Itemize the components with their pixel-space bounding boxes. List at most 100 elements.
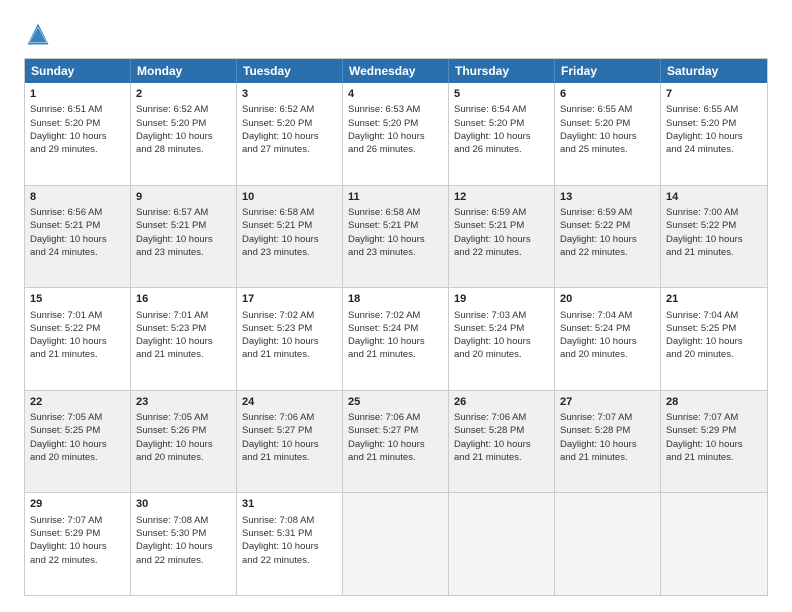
day-cell-29: 29Sunrise: 7:07 AMSunset: 5:29 PMDayligh… (25, 493, 131, 595)
sunset-line: Sunset: 5:22 PM (30, 323, 100, 334)
daylight-line1: Daylight: 10 hours (242, 439, 319, 450)
daylight-line1: Daylight: 10 hours (348, 439, 425, 450)
day-cell-17: 17Sunrise: 7:02 AMSunset: 5:23 PMDayligh… (237, 288, 343, 390)
day-number: 1 (30, 87, 125, 102)
day-cell-26: 26Sunrise: 7:06 AMSunset: 5:28 PMDayligh… (449, 391, 555, 493)
daylight-line2: and 28 minutes. (136, 144, 204, 155)
daylight-line1: Daylight: 10 hours (666, 234, 743, 245)
day-cell-10: 10 Sunrise: 6:58 AM Sunset: 5:21 PM Dayligh… (237, 186, 343, 288)
weekday-header-friday: Friday (555, 59, 661, 83)
sunset-line: Sunset: 5:21 PM (242, 220, 312, 231)
empty-cell (555, 493, 661, 595)
sunrise-line: Sunrise: 6:59 AM (560, 207, 632, 218)
sunset-line: Sunset: 5:27 PM (348, 425, 418, 436)
sunset-line: Sunset: 5:21 PM (136, 220, 206, 231)
daylight-line2: and 20 minutes. (666, 349, 734, 360)
day-number: 28 (666, 395, 762, 410)
weekday-header-wednesday: Wednesday (343, 59, 449, 83)
daylight-line1: Daylight: 10 hours (242, 541, 319, 552)
sunrise-line: Sunrise: 7:05 AM (30, 412, 102, 423)
daylight-line1: Daylight: 10 hours (136, 439, 213, 450)
sunrise-line: Sunrise: 6:58 AM (242, 207, 314, 218)
sunrise-line: Sunrise: 6:55 AM (666, 104, 738, 115)
weekday-header-sunday: Sunday (25, 59, 131, 83)
day-cell-27: 27Sunrise: 7:07 AMSunset: 5:28 PMDayligh… (555, 391, 661, 493)
sunrise-line: Sunrise: 6:52 AM (136, 104, 208, 115)
day-number: 19 (454, 292, 549, 307)
daylight-line2: and 21 minutes. (348, 349, 416, 360)
daylight-line2: and 26 minutes. (454, 144, 522, 155)
calendar-row-3: 15Sunrise: 7:01 AMSunset: 5:22 PMDayligh… (25, 288, 767, 391)
daylight-line1: Daylight: 10 hours (560, 234, 637, 245)
daylight-line2: and 21 minutes. (666, 452, 734, 463)
daylight-line1: Daylight: 10 hours (454, 131, 531, 142)
daylight-line1: Daylight: 10 hours (242, 234, 319, 245)
day-number: 20 (560, 292, 655, 307)
day-number: 16 (136, 292, 231, 307)
day-number: 30 (136, 497, 231, 512)
day-cell-6: 6Sunrise: 6:55 AMSunset: 5:20 PMDaylight… (555, 83, 661, 185)
daylight-line1: Daylight: 10 hours (30, 234, 107, 245)
day-number: 24 (242, 395, 337, 410)
sunset-line: Sunset: 5:21 PM (30, 220, 100, 231)
day-cell-3: 3Sunrise: 6:52 AMSunset: 5:20 PMDaylight… (237, 83, 343, 185)
sunrise-line: Sunrise: 7:03 AM (454, 310, 526, 321)
daylight-line2: and 20 minutes. (30, 452, 98, 463)
sunset-line: Sunset: 5:20 PM (666, 118, 736, 129)
day-cell-24: 24Sunrise: 7:06 AMSunset: 5:27 PMDayligh… (237, 391, 343, 493)
day-cell-21: 21Sunrise: 7:04 AMSunset: 5:25 PMDayligh… (661, 288, 767, 390)
daylight-line1: Daylight: 10 hours (666, 439, 743, 450)
daylight-line1: Daylight: 10 hours (560, 131, 637, 142)
day-cell-2: 2Sunrise: 6:52 AMSunset: 5:20 PMDaylight… (131, 83, 237, 185)
empty-cell (343, 493, 449, 595)
day-number: 4 (348, 87, 443, 102)
day-cell-18: 18Sunrise: 7:02 AMSunset: 5:24 PMDayligh… (343, 288, 449, 390)
day-cell-13: 13Sunrise: 6:59 AMSunset: 5:22 PMDayligh… (555, 186, 661, 288)
daylight-line1: Daylight: 10 hours (454, 336, 531, 347)
sunrise-line: Sunrise: 7:00 AM (666, 207, 738, 218)
day-number: 2 (136, 87, 231, 102)
daylight-line2: and 23 minutes. (348, 247, 416, 258)
sunset-line: Sunset: 5:30 PM (136, 528, 206, 539)
sunset-line: Sunset: 5:24 PM (348, 323, 418, 334)
daylight-line2: and 20 minutes. (454, 349, 522, 360)
daylight-line2: and 22 minutes. (560, 247, 628, 258)
day-cell-7: 7Sunrise: 6:55 AMSunset: 5:20 PMDaylight… (661, 83, 767, 185)
calendar-row-2: 8Sunrise: 6:56 AMSunset: 5:21 PMDaylight… (25, 186, 767, 289)
sunrise-line: Sunrise: 6:52 AM (242, 104, 314, 115)
daylight-line2: and 21 minutes. (136, 349, 204, 360)
sunset-line: Sunset: 5:27 PM (242, 425, 312, 436)
daylight-line2: and 24 minutes. (30, 247, 98, 258)
daylight-line1: Daylight: 10 hours (30, 336, 107, 347)
day-cell-30: 30Sunrise: 7:08 AMSunset: 5:30 PMDayligh… (131, 493, 237, 595)
day-number: 8 (30, 190, 125, 205)
sunset-line: Sunset: 5:22 PM (560, 220, 630, 231)
daylight-line2: and 29 minutes. (30, 144, 98, 155)
daylight-line1: Daylight: 10 hours (666, 131, 743, 142)
day-number: 12 (454, 190, 549, 205)
sunrise-line: Sunrise: 7:04 AM (666, 310, 738, 321)
sunset-line: Sunset: 5:20 PM (348, 118, 418, 129)
daylight-line1: Daylight: 10 hours (136, 541, 213, 552)
sunset-line: Sunset: 5:23 PM (136, 323, 206, 334)
sunset-line: Sunset: 5:31 PM (242, 528, 312, 539)
sunset-line: Sunset: 5:24 PM (560, 323, 630, 334)
daylight-line1: Daylight: 10 hours (242, 131, 319, 142)
day-number: 25 (348, 395, 443, 410)
sunset-line: Sunset: 5:25 PM (666, 323, 736, 334)
daylight-line1: Daylight: 10 hours (136, 234, 213, 245)
sunrise-line: Sunrise: 7:07 AM (666, 412, 738, 423)
logo-icon (24, 20, 52, 48)
daylight-line2: and 22 minutes. (30, 555, 98, 566)
daylight-line2: and 21 minutes. (30, 349, 98, 360)
day-number: 10 (242, 190, 337, 205)
day-number: 31 (242, 497, 337, 512)
daylight-line2: and 22 minutes. (242, 555, 310, 566)
day-number: 29 (30, 497, 125, 512)
day-cell-14: 14Sunrise: 7:00 AMSunset: 5:22 PMDayligh… (661, 186, 767, 288)
calendar-body: 1Sunrise: 6:51 AMSunset: 5:20 PMDaylight… (25, 83, 767, 595)
day-cell-15: 15Sunrise: 7:01 AMSunset: 5:22 PMDayligh… (25, 288, 131, 390)
sunrise-line: Sunrise: 6:53 AM (348, 104, 420, 115)
sunset-line: Sunset: 5:20 PM (454, 118, 524, 129)
sunrise-line: Sunrise: 7:02 AM (348, 310, 420, 321)
